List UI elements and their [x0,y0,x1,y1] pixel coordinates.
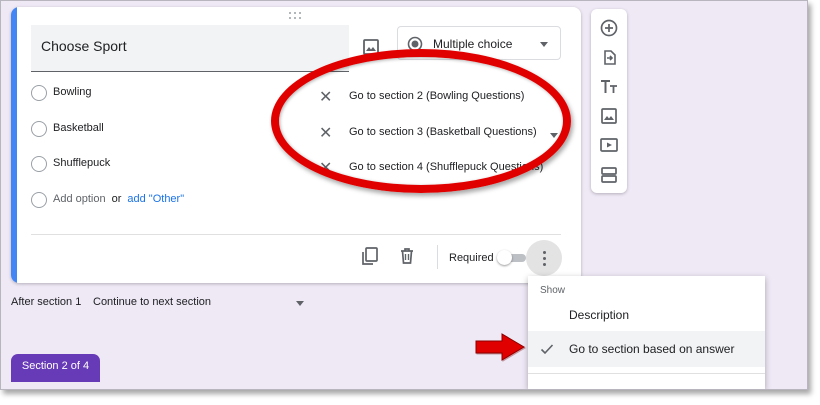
menu-divider [528,373,765,374]
import-questions-icon[interactable] [599,47,619,67]
radio-circle-icon [31,192,47,208]
check-icon [540,344,554,355]
option-label[interactable]: Shufflepuck [53,157,110,169]
more-options-menu: Show Description Go to section based on … [528,276,765,389]
menu-item-description[interactable]: Description [528,301,765,331]
delete-icon[interactable] [396,245,418,267]
add-title-icon[interactable] [599,77,619,97]
required-label: Required [449,252,494,264]
add-image-icon[interactable] [599,106,619,126]
option-label[interactable]: Basketball [53,122,104,134]
add-option-row: Add option or add "Other" [31,190,331,212]
duplicate-icon[interactable] [359,245,381,267]
question-title-input[interactable]: Choose Sport [31,25,349,72]
menu-item-label: Go to section based on answer [569,342,735,356]
option-label[interactable]: Bowling [53,86,92,98]
chevron-down-icon [540,42,548,47]
footer-separator [437,245,438,269]
radio-circle-icon [31,85,47,101]
menu-header: Show [540,285,566,296]
radio-circle-icon [31,121,47,137]
add-option-button[interactable]: Add option [53,193,106,205]
add-section-icon[interactable] [599,165,619,185]
add-video-icon[interactable] [599,135,619,155]
or-text: or [111,193,122,205]
screenshot-frame: Choose Sport Multiple choice Bowling ✕ G… [0,0,808,390]
menu-item-go-to-section[interactable]: Go to section based on answer [528,331,765,367]
question-type-label: Multiple choice [433,37,513,51]
radio-circle-icon [31,156,47,172]
chevron-down-icon[interactable] [296,301,304,306]
highlight-oval [271,49,571,193]
menu-item-label: Description [569,308,630,322]
add-question-icon[interactable] [599,18,619,38]
red-arrow-icon [475,333,526,362]
card-accent-bar [11,7,17,283]
section-tab: Section 2 of 4 [11,354,100,382]
add-other-link[interactable]: add "Other" [127,193,184,205]
more-options-icon[interactable] [526,240,562,276]
floating-toolbar [591,9,627,193]
toggle-knob [497,250,512,265]
after-section-label: After section 1 [11,296,82,308]
card-divider [31,234,561,235]
drag-handle-icon[interactable] [289,12,303,20]
after-section-dropdown[interactable]: Continue to next section [93,296,211,308]
add-option-line: Add option or add "Other" [53,193,184,205]
